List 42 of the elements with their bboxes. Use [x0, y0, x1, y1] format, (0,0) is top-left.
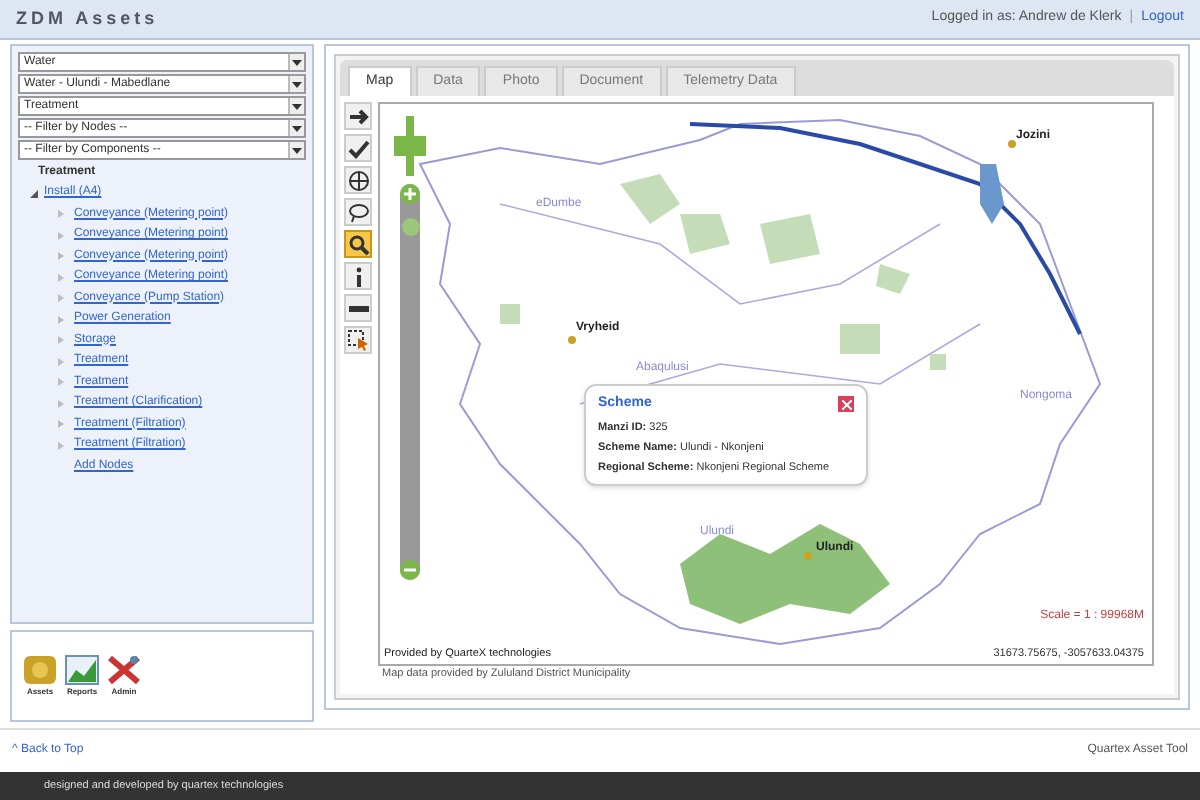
map-tool-button[interactable]	[344, 166, 372, 194]
zoom-slider[interactable]	[394, 116, 426, 580]
map-tool-button[interactable]	[344, 134, 372, 162]
arrow-icon	[347, 105, 369, 127]
globe-icon	[347, 169, 369, 191]
map-tool-button[interactable]	[344, 262, 372, 290]
collapsed-triangle-icon[interactable]	[58, 231, 64, 239]
caret-icon	[292, 103, 302, 109]
caret-icon	[292, 59, 302, 65]
map-tool-button[interactable]	[344, 326, 372, 354]
lasso-icon	[347, 201, 369, 223]
app-title: ZDM Assets	[16, 5, 159, 32]
chart-icon	[64, 654, 100, 686]
collapsed-triangle-icon[interactable]	[58, 420, 64, 428]
collapsed-triangle-icon[interactable]	[58, 315, 64, 323]
checkmark-icon	[347, 137, 369, 159]
map-tool-button[interactable]	[344, 294, 372, 322]
collapsed-triangle-icon[interactable]	[58, 252, 64, 260]
caret-icon	[292, 81, 302, 87]
collapsed-triangle-icon[interactable]	[58, 378, 64, 386]
map-tool-button[interactable]	[344, 102, 372, 130]
collapsed-triangle-icon[interactable]	[58, 210, 64, 218]
close-button[interactable]	[838, 396, 854, 413]
coin-icon	[22, 654, 58, 686]
close-icon	[841, 399, 851, 410]
slider-thumb[interactable]	[401, 217, 419, 236]
collapsed-triangle-icon[interactable]	[58, 273, 64, 281]
collapsed-triangle-icon[interactable]	[58, 399, 64, 407]
caret-icon	[292, 125, 302, 131]
search-icon	[347, 233, 369, 255]
expanded-triangle-icon[interactable]	[30, 189, 38, 197]
map-tool-button[interactable]	[344, 198, 372, 226]
collapsed-triangle-icon[interactable]	[58, 441, 64, 449]
map-tool-button[interactable]	[344, 230, 372, 258]
collapsed-triangle-icon[interactable]	[58, 336, 64, 344]
pan-control-icon[interactable]	[394, 116, 426, 176]
tools-icon	[106, 654, 142, 686]
collapsed-triangle-icon[interactable]	[58, 294, 64, 302]
cursor-icon	[347, 329, 369, 351]
caret-icon	[292, 147, 302, 153]
zoom-in-icon[interactable]	[400, 184, 420, 204]
collapsed-triangle-icon[interactable]	[58, 357, 64, 365]
